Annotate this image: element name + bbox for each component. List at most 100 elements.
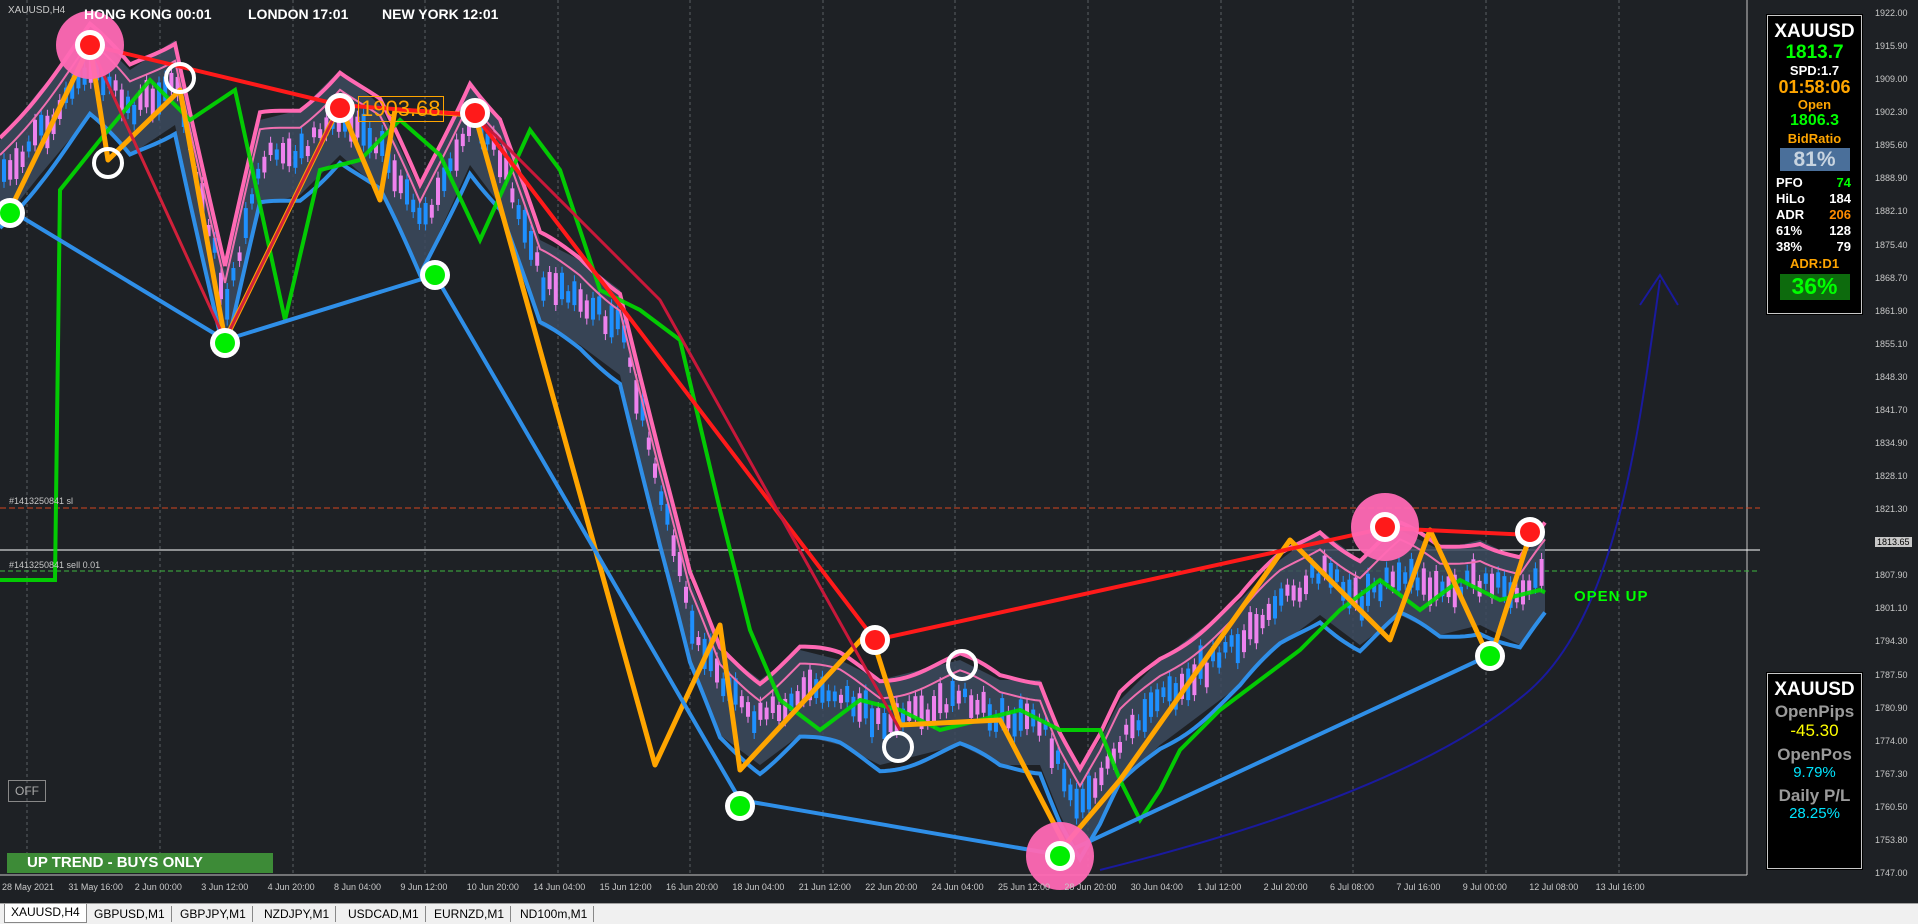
clock-new-york-text: NEW YORK 12:01: [382, 6, 499, 22]
price-axis-label: 1807.90: [1875, 570, 1908, 581]
time-axis-label: 30 Jun 04:00: [1130, 882, 1183, 892]
stat-value: 206: [1829, 207, 1851, 223]
stat-row: 61% 128: [1768, 223, 1861, 239]
stat-label: 61%: [1776, 223, 1803, 239]
off-button-text: OFF: [15, 784, 39, 798]
entry-line-text: #1413250841 sell 0.01: [9, 560, 101, 570]
time-axis-label: 24 Jun 04:00: [931, 882, 984, 892]
time-axis-label: 15 Jun 12:00: [599, 882, 652, 892]
sl-line-label: #1413250841 sl: [9, 496, 73, 506]
pnl-symbol: XAUUSD: [1774, 679, 1855, 700]
price-axis-label: 1794.30: [1875, 636, 1908, 647]
price-axis-label: 1787.50: [1875, 669, 1908, 680]
time-axis-label: 12 Jul 08:00: [1529, 882, 1579, 892]
entry-line-label: #1413250841 sell 0.01: [9, 560, 100, 570]
info-bidratio-value-text: 81%: [1793, 148, 1836, 172]
time-axis-label: 9 Jun 12:00: [400, 882, 448, 892]
clock-london: LONDON 17:01: [240, 6, 366, 23]
price-axis-label: 1915.90: [1875, 41, 1908, 52]
price-axis-label: 1909.00: [1875, 74, 1908, 85]
info-countdown: 01:58:06: [1778, 77, 1851, 98]
chart-tab[interactable]: NZDJPY,M1: [258, 906, 337, 922]
info-open-label: Open: [1797, 96, 1832, 112]
chart-tab[interactable]: ND100m,M1: [514, 906, 595, 922]
price-axis-label: 1895.60: [1875, 140, 1908, 151]
time-axis-label: 10 Jun 20:00: [466, 882, 519, 892]
time-axis-label: 16 Jun 20:00: [666, 882, 719, 892]
stat-row: HiLo 184: [1768, 191, 1861, 207]
price-axis-label: 1841.70: [1875, 404, 1908, 415]
time-axis-label: 3 Jun 12:00: [201, 882, 249, 892]
price-axis-label: 1760.50: [1875, 801, 1908, 812]
time-axis-label: 25 Jun 12:00: [998, 882, 1051, 892]
time-axis-label: 9 Jul 00:00: [1462, 882, 1507, 892]
stat-value: 74: [1836, 175, 1851, 191]
clock-new-york: NEW YORK 12:01: [374, 6, 520, 23]
chart-tab[interactable]: EURNZD,M1: [428, 906, 512, 922]
stat-value: 128: [1829, 223, 1851, 239]
open-up-label: OPEN UP: [1574, 588, 1649, 605]
chart-tab[interactable]: XAUUSD,H4: [4, 904, 87, 923]
info-price: 1813.7: [1785, 41, 1844, 63]
price-axis-label: 1774.00: [1875, 735, 1908, 746]
info-bidratio-label: BidRatio: [1787, 130, 1842, 146]
stat-label: PFO: [1776, 175, 1803, 191]
time-axis-label: 18 Jun 04:00: [732, 882, 785, 892]
chart-tab[interactable]: USDCAD,M1: [342, 906, 426, 922]
price-axis-label: 1767.30: [1875, 768, 1908, 779]
price-axis-label: 1888.90: [1875, 173, 1908, 184]
info-adr-value-text: 36%: [1791, 273, 1838, 300]
price-axis-label: 1747.00: [1875, 868, 1908, 878]
time-axis-label: 7 Jul 16:00: [1396, 882, 1441, 892]
off-button[interactable]: OFF: [8, 780, 46, 802]
sl-line-text: #1413250841 sl: [9, 496, 74, 506]
stat-row: ADR 206: [1768, 207, 1861, 223]
price-axis-label: 1868.70: [1875, 272, 1908, 283]
price-axis-label: 1813.65: [1875, 537, 1912, 548]
price-axis-label: 1855.10: [1875, 338, 1908, 349]
price-axis-label: 1801.10: [1875, 603, 1908, 614]
time-axis-label: 13 Jul 16:00: [1595, 882, 1645, 892]
info-adr-value: 36%: [1779, 273, 1850, 300]
price-axis-label: 1882.10: [1875, 206, 1908, 217]
price-axis-label: 1834.90: [1875, 438, 1908, 448]
pnl-daily-value: 28.25%: [1789, 805, 1840, 823]
price-axis-label: 1780.90: [1875, 702, 1908, 713]
price-tag-1903: 1903.68: [358, 96, 444, 122]
price-tag-text: 1903.68: [361, 96, 441, 121]
time-axis-label: 1 Jul 12:00: [1197, 882, 1242, 892]
clock-hong-kong-text: HONG KONG 00:01: [84, 6, 212, 22]
chart-tab[interactable]: GBPUSD,M1: [88, 906, 172, 922]
stat-label: 38%: [1776, 239, 1803, 255]
info-stats: PFO 74 HiLo 184 ADR 206 61% 128 38% 79: [1768, 175, 1861, 255]
info-open-value: 1806.3: [1790, 112, 1839, 130]
price-axis-label: 1875.40: [1875, 239, 1908, 250]
price-axis-label: 1821.30: [1875, 504, 1908, 515]
info-spread: SPD:1.7: [1789, 62, 1840, 78]
chart-symbol-text: XAUUSD,H4: [8, 5, 66, 16]
stat-row: 38% 79: [1768, 239, 1861, 255]
candles: [2, 44, 1544, 825]
price-axis-label: 1848.30: [1875, 371, 1908, 382]
price-axis-label: 1828.10: [1875, 471, 1908, 482]
time-axis-label: 31 May 16:00: [68, 882, 123, 892]
pnl-openpips-label: OpenPips: [1774, 701, 1855, 721]
indicator-lines: [0, 20, 1679, 871]
stat-value: 184: [1829, 191, 1851, 207]
pnl-openpos-label: OpenPos: [1777, 745, 1852, 765]
info-symbol: XAUUSD: [1774, 21, 1855, 42]
clock-hong-kong: HONG KONG 00:01: [76, 6, 242, 23]
price-chart[interactable]: [0, 0, 1918, 903]
pnl-daily-label: Daily P/L: [1778, 786, 1851, 806]
stat-label: HiLo: [1776, 191, 1805, 207]
band-fill: [0, 30, 1545, 855]
open-up-text: OPEN UP: [1574, 588, 1649, 605]
trend-banner-text: UP TREND - BUYS ONLY: [27, 854, 203, 871]
stat-label: ADR: [1776, 207, 1805, 223]
chart-tab[interactable]: GBPJPY,M1: [174, 906, 253, 922]
time-axis-label: 2 Jun 00:00: [134, 882, 182, 892]
info-bidratio-value: 81%: [1779, 148, 1850, 172]
stat-value: 79: [1836, 239, 1851, 255]
chart-symbol-label: XAUUSD,H4: [8, 5, 65, 16]
info-adr-label: ADR:D1: [1789, 256, 1840, 272]
